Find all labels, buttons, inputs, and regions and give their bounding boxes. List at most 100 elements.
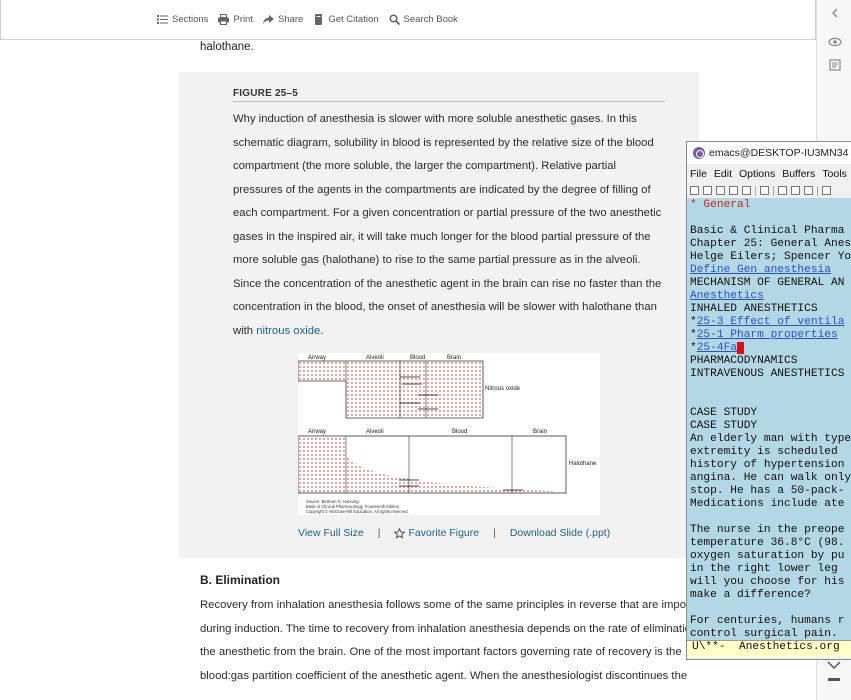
top-blood-label: Blood <box>410 355 425 361</box>
buffer-text: will you choose for his <box>690 576 845 588</box>
share-button[interactable]: Share <box>262 14 303 25</box>
open-directory-icon[interactable] <box>716 186 725 195</box>
buffer-line: will you choose for his <box>690 576 851 589</box>
buffer-line: history of hypertension <box>690 459 851 472</box>
org-link[interactable]: 25-1 Pharm properties <box>697 329 838 341</box>
separator: | <box>377 527 381 539</box>
figure-diagram[interactable]: Airway Alveoli Blood Brain Nitrous oxide… <box>297 353 600 515</box>
caption-end: . <box>320 324 324 337</box>
buffer-text: stop. He has a 50-pack- <box>690 485 845 497</box>
buffer-text: The nurse in the preope <box>690 524 845 536</box>
buffer-line <box>690 212 851 225</box>
buffer-line: temperature 36.8°C (98. <box>690 537 851 550</box>
emacs-titlebar[interactable]: emacs@DESKTOP-IU3MN34 <box>687 142 851 164</box>
cut-icon[interactable] <box>778 186 787 195</box>
figure-title: FIGURE 25–5 <box>233 88 665 102</box>
buffer-text: Helge Eilers; Spencer Yo <box>690 251 851 263</box>
buffer-text: make a difference? <box>690 589 811 601</box>
buffer-line <box>690 511 851 524</box>
buffer-text: CASE STUDY <box>690 420 758 432</box>
buffer-text: extremity is scheduled <box>690 446 838 458</box>
eye-icon <box>827 37 842 47</box>
org-link[interactable]: 25-3 Effect of ventila <box>697 316 845 328</box>
menu-file[interactable]: File <box>690 168 707 180</box>
figure-actions: View Full Size | Favorite Figure | Downl… <box>298 527 628 539</box>
buffer-line <box>690 602 851 615</box>
copy-icon[interactable] <box>791 186 800 195</box>
buffer-line <box>690 381 851 394</box>
open-file-icon[interactable] <box>703 186 712 195</box>
buffer-line: Medications include ate <box>690 498 851 511</box>
buffer-text: An elderly man with type <box>690 433 851 445</box>
buffer-text: oxygen saturation by pu <box>690 550 845 562</box>
sections-button[interactable]: Sections <box>157 14 208 25</box>
save-icon[interactable] <box>742 186 751 195</box>
buffer-text: Chapter 25: General Anes <box>690 238 851 250</box>
bottom-airway-label: Airway <box>308 429 326 435</box>
view-toggle-button[interactable] <box>817 31 851 53</box>
paste-icon[interactable] <box>804 186 813 195</box>
text-cursor <box>737 342 744 354</box>
menu-edit[interactable]: Edit <box>714 168 732 180</box>
buffer-text: MECHANISM OF GENERAL AN <box>690 277 845 289</box>
new-file-icon[interactable] <box>690 186 699 195</box>
top-brain-label: Brain <box>447 355 461 361</box>
buffer-line: stop. He has a 50-pack- <box>690 485 851 498</box>
buffer-text: Basic & Clinical Pharma <box>690 225 845 237</box>
print-label: Print <box>233 14 253 25</box>
favorite-figure-link[interactable]: Favorite Figure <box>394 527 479 539</box>
nitrous-oxide-link[interactable]: nitrous oxide <box>256 325 320 337</box>
buffer-text: control surgical pain. <box>690 628 838 640</box>
org-bullet: * <box>690 316 697 328</box>
org-heading: * General <box>690 199 751 211</box>
buffer-line: make a difference? <box>690 589 851 602</box>
print-button[interactable]: Print <box>218 14 253 25</box>
get-citation-button[interactable]: Get Citation <box>313 14 379 25</box>
bottom-blood-label: Blood <box>452 429 467 435</box>
buffer-line: INHALED ANESTHETICS <box>690 303 851 316</box>
emacs-buffer[interactable]: * General Basic & Clinical Pharma Chapter … <box>687 198 851 640</box>
menu-buffers[interactable]: Buffers <box>782 168 815 180</box>
undo-icon[interactable] <box>760 186 769 195</box>
buffer-text: INHALED ANESTHETICS <box>690 303 818 315</box>
buffer-text: temperature 36.8°C (98. <box>690 537 845 549</box>
body-line: the anesthetic from the brain. One of th… <box>200 646 682 658</box>
bottom-agent-label: Halothane <box>569 461 597 467</box>
separator: | <box>493 527 496 539</box>
org-link[interactable]: Anesthetics <box>690 290 764 302</box>
menu-tools[interactable]: Tools <box>822 168 847 180</box>
org-link[interactable]: 25-4Fa <box>697 342 737 354</box>
top-alveoli-label: Alveoli <box>366 355 384 361</box>
buffer-text: in the right lower leg <box>690 563 838 575</box>
buffer-line: PHARMACODYNAMICS <box>690 355 851 368</box>
buffer-line: *25-3 Effect of ventila <box>690 316 851 329</box>
body-line: during induction. The time to recovery f… <box>200 622 690 635</box>
buffer-line: angina. He can walk only <box>690 472 851 485</box>
close-icon[interactable] <box>729 186 738 195</box>
figure-caption: Why induction of anesthesia is slower wi… <box>233 108 665 343</box>
lead-text: halothane. <box>200 41 254 53</box>
buffer-line: in the right lower leg <box>690 563 851 576</box>
star-icon <box>394 527 406 539</box>
notes-button[interactable] <box>817 54 851 76</box>
notes-icon <box>828 59 841 71</box>
org-link[interactable]: Define Gen anesthesia <box>690 264 831 276</box>
body-line: Recovery from inhalation anesthesia foll… <box>200 599 690 611</box>
download-slide-link[interactable]: Download Slide (.ppt) <box>510 527 610 539</box>
search-icon[interactable] <box>822 186 831 195</box>
buffer-line: For centuries, humans r <box>690 615 851 628</box>
collapse-button[interactable] <box>817 2 851 24</box>
buffer-line: MECHANISM OF GENERAL AN <box>690 277 851 290</box>
buffer-line: control surgical pain. <box>690 628 851 640</box>
emacs-window[interactable]: emacs@DESKTOP-IU3MN34 File Edit Options … <box>686 141 851 660</box>
source-line-3: Copyright © McGraw-Hill Education. All r… <box>306 509 409 514</box>
buffer-line: *25-1 Pharm properties <box>690 329 851 342</box>
emacs-menubar: File Edit Options Buffers Tools C <box>687 164 851 183</box>
buffer-line: An elderly man with type <box>690 433 851 446</box>
menu-options[interactable]: Options <box>739 168 775 180</box>
view-full-size-link[interactable]: View Full Size <box>298 527 364 539</box>
top-airway-label: Airway <box>308 355 326 361</box>
buffer-text: Medications include ate <box>690 498 845 510</box>
favorite-figure-label: Favorite Figure <box>408 527 480 539</box>
search-book-button[interactable]: Search Book <box>388 14 458 25</box>
